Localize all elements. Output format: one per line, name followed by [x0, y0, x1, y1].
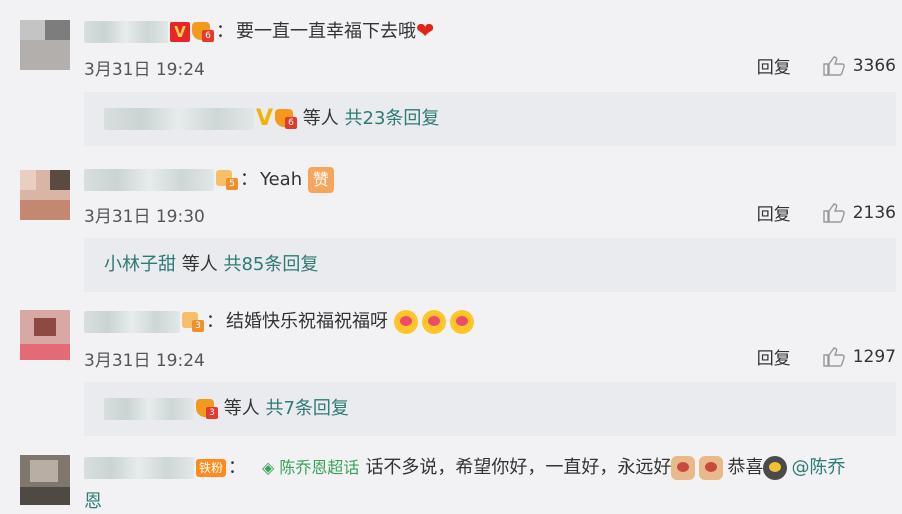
level-badge-icon: 5: [216, 170, 238, 190]
couple-emoji-icon: [671, 456, 696, 480]
heart-eyes-emoji-icon: [421, 310, 446, 334]
view-replies-link[interactable]: 共85条回复: [223, 254, 318, 275]
view-replies-link[interactable]: 共23条回复: [345, 108, 440, 129]
zan-emoji-icon: 赞: [307, 167, 334, 193]
avatar[interactable]: [20, 20, 70, 70]
view-replies-link[interactable]: 共7条回复: [265, 398, 348, 419]
comment-body: 5： Yeah 赞: [84, 167, 894, 193]
reply-preview-bar[interactable]: 小林子甜 等人 共85条回复: [84, 238, 896, 292]
crown-level-icon: 3: [196, 399, 218, 419]
verified-v-icon: V: [170, 22, 190, 42]
reply-preview-bar[interactable]: 3 等人 共7条回复: [84, 382, 896, 436]
supertopic-icon: ◈: [262, 458, 275, 477]
reply-user-link[interactable]: 小林子甜: [104, 254, 176, 275]
timestamp: 3月31日 19:24: [84, 351, 205, 371]
reply-preview-bar[interactable]: V6 等人 共23条回复: [84, 92, 896, 146]
supertopic-link[interactable]: ◈ 陈乔恩超话: [262, 456, 359, 480]
reply-button[interactable]: 回复: [757, 200, 791, 225]
crown-level-icon: 6: [192, 22, 214, 42]
like-count: 3366: [852, 55, 896, 76]
username-blurred: [104, 108, 254, 130]
username-blurred[interactable]: [84, 21, 168, 43]
username-blurred[interactable]: [84, 169, 214, 191]
username-blurred[interactable]: [84, 311, 180, 333]
like-count: 1297: [852, 346, 896, 367]
avatar[interactable]: [20, 170, 70, 220]
comment-body: V 6：要一直一直幸福下去哦❤: [84, 20, 894, 44]
comment-text: 要一直一直幸福下去哦: [236, 21, 416, 42]
reply-suffix: 等人: [223, 398, 260, 419]
comment-text: 话不多说，希望你好，一直好，永远好: [365, 457, 672, 478]
bee-emoji-icon: [763, 456, 788, 480]
comment-text-2: 恭喜: [727, 457, 764, 478]
comment-actions: 回复 2136: [757, 200, 896, 226]
comment-item: 铁粉： ◈ 陈乔恩超话 话不多说，希望你好，一直好，永远好 恭喜 @陈乔 恩: [0, 440, 902, 513]
comment-item: V 6：要一直一直幸福下去哦❤ 3月31日 19:24 回复 3366 V6 等人…: [0, 0, 902, 150]
comment-text: Yeah: [260, 169, 303, 190]
mention-link[interactable]: @陈乔: [791, 457, 845, 478]
like-count: 2136: [852, 202, 896, 223]
comment-actions: 回复 1297: [757, 344, 896, 370]
reply-suffix: 等人: [181, 254, 218, 275]
avatar[interactable]: [20, 455, 70, 505]
comment-text: 结婚快乐祝福祝福呀: [226, 311, 388, 332]
comment-item: 3：结婚快乐祝福祝福呀 3月31日 19:24 回复 1297 3 等人 共7条…: [0, 295, 902, 440]
thumbs-up-icon[interactable]: [823, 55, 845, 76]
reply-button[interactable]: 回复: [757, 53, 791, 78]
fan-badge: 铁粉: [196, 459, 227, 477]
comment-actions: 回复 3366: [757, 53, 896, 79]
gold-v-icon: V: [256, 106, 274, 131]
timestamp: 3月31日 19:24: [84, 60, 205, 80]
couple-emoji-icon: [699, 456, 724, 480]
username-blurred: [104, 398, 194, 420]
comment-item: 5： Yeah 赞 3月31日 19:30 回复 2136 小林子甜 等人 共85…: [0, 150, 902, 295]
thumbs-up-icon[interactable]: [823, 346, 845, 367]
thumbs-up-icon[interactable]: [823, 202, 845, 223]
heart-icon: ❤: [416, 19, 435, 44]
heart-eyes-emoji-icon: [449, 310, 474, 334]
avatar[interactable]: [20, 310, 70, 360]
mention-link-cont[interactable]: 恩: [84, 490, 894, 514]
reply-suffix: 等人: [302, 108, 339, 129]
level-badge-icon: 3: [182, 312, 204, 332]
crown-level-icon: 6: [275, 109, 298, 129]
username-blurred[interactable]: [84, 457, 194, 479]
reply-button[interactable]: 回复: [757, 344, 791, 369]
heart-eyes-emoji-icon: [393, 310, 418, 334]
comment-body: 3：结婚快乐祝福祝福呀: [84, 310, 894, 334]
comment-body: 铁粉： ◈ 陈乔恩超话 话不多说，希望你好，一直好，永远好 恭喜 @陈乔: [84, 456, 894, 480]
timestamp: 3月31日 19:30: [84, 207, 205, 227]
